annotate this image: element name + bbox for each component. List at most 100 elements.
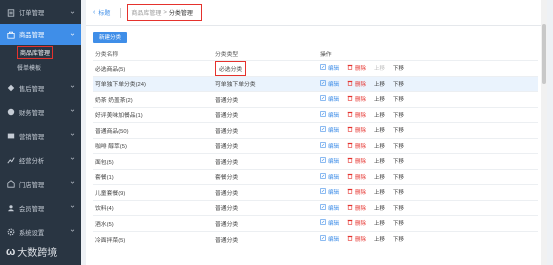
move-down-button[interactable]: 下移 — [393, 80, 404, 88]
edit-button[interactable]: 编辑 — [320, 157, 339, 165]
move-down-button[interactable]: 下移 — [393, 142, 404, 150]
sidebar-subitem-goods-library[interactable]: 商品库管理 — [0, 45, 81, 60]
toolbar: 新建分类 — [86, 26, 547, 48]
edit-button[interactable]: 编辑 — [320, 204, 339, 212]
chevron-down-icon — [70, 108, 75, 113]
move-down-button[interactable]: 下移 — [393, 111, 404, 119]
scrollbar[interactable] — [541, 0, 547, 265]
move-down-button[interactable]: 下移 — [393, 235, 404, 243]
settings-icon — [6, 228, 15, 237]
table-row: 酒水(5) 普通分类 编辑 删除 上移 下移 — [93, 215, 538, 231]
move-up-button[interactable]: 上移 — [374, 173, 385, 181]
move-up-button[interactable]: 上移 — [374, 80, 385, 88]
breadcrumb-parent[interactable]: 商品库管理 — [131, 8, 161, 17]
move-down-button[interactable]: 下移 — [393, 64, 404, 72]
chevron-down-icon — [70, 156, 75, 161]
delete-button[interactable]: 删除 — [347, 64, 366, 72]
move-up-button[interactable]: 上移 — [374, 95, 385, 103]
move-down-button[interactable]: 下移 — [393, 173, 404, 181]
category-table: 分类名称 分类类型 操作 必选商品(5) 必选分类 编辑 删除 上移 下移 可单独下单分类(… — [93, 48, 538, 247]
sidebar-item-marketing[interactable]: 营销管理 — [0, 124, 81, 148]
move-up-button[interactable]: 上移 — [374, 111, 385, 119]
move-up-button[interactable]: 上移 — [374, 219, 385, 227]
move-up-button[interactable]: 上移 — [374, 126, 385, 134]
sidebar-subitem-label: 餐单模板 — [17, 66, 42, 72]
edit-button[interactable]: 编辑 — [320, 235, 339, 243]
move-up-button[interactable]: 上移 — [374, 235, 385, 243]
new-category-button[interactable]: 新建分类 — [93, 31, 128, 43]
table-row: 必选商品(5) 必选分类 编辑 删除 上移 下移 — [93, 59, 538, 76]
category-name: 普通商品(50) — [95, 128, 129, 135]
edit-label: 编辑 — [328, 128, 340, 135]
delete-button[interactable]: 删除 — [347, 235, 366, 243]
edit-label: 编辑 — [328, 112, 340, 119]
header-category-name: 分类名称 — [95, 52, 119, 59]
move-down-button[interactable]: 下移 — [393, 219, 404, 227]
sidebar-item-finance[interactable]: 财务管理 — [0, 100, 81, 124]
marketing-icon — [6, 132, 15, 141]
move-down-button[interactable]: 下移 — [393, 157, 404, 165]
delete-button[interactable]: 删除 — [347, 142, 366, 150]
sidebar-item-aftersale[interactable]: 售后管理 — [0, 76, 81, 100]
edit-icon — [320, 235, 328, 243]
category-type: 普通分类 — [215, 237, 239, 244]
edit-button[interactable]: 编辑 — [320, 173, 339, 181]
scrollbar-thumb[interactable] — [542, 24, 546, 84]
table-row: 儿童套餐(9) 普通分类 编辑 删除 上移 下移 — [93, 184, 538, 200]
move-up-button[interactable]: 上移 — [374, 157, 385, 165]
delete-button[interactable]: 删除 — [347, 188, 366, 196]
edit-button[interactable]: 编辑 — [320, 80, 339, 88]
delete-button[interactable]: 删除 — [347, 204, 366, 212]
edit-icon — [320, 157, 328, 165]
move-down-button[interactable]: 下移 — [393, 95, 404, 103]
edit-button[interactable]: 编辑 — [320, 95, 339, 103]
move-up-button[interactable]: 上移 — [374, 188, 385, 196]
delete-button[interactable]: 删除 — [347, 157, 366, 165]
edit-icon — [320, 142, 328, 150]
delete-label: 删除 — [355, 143, 367, 150]
move-down-button[interactable]: 下移 — [393, 126, 404, 134]
category-type: 普通分类 — [215, 113, 239, 120]
table-header-row: 分类名称 分类类型 操作 — [93, 48, 538, 60]
edit-button[interactable]: 编辑 — [320, 64, 339, 72]
category-name: 咖啡 醇萃(5) — [95, 144, 127, 151]
trash-icon — [347, 142, 355, 150]
edit-button[interactable]: 编辑 — [320, 126, 339, 134]
category-name: 酒水(5) — [95, 221, 114, 228]
sidebar-subitem-menu-template[interactable]: 餐单模板 — [0, 60, 81, 75]
sidebar-item-goods[interactable]: 商品管理 — [0, 24, 81, 45]
sidebar-item-store[interactable]: 门店管理 — [0, 172, 81, 196]
delete-label: 删除 — [355, 159, 367, 166]
move-down-button[interactable]: 下移 — [393, 204, 404, 212]
sidebar-item-analysis[interactable]: 经营分析 — [0, 148, 81, 172]
category-name: 好评美味加餐品(1) — [95, 113, 143, 120]
edit-button[interactable]: 编辑 — [320, 142, 339, 150]
edit-button[interactable]: 编辑 — [320, 219, 339, 227]
sidebar-item-settings[interactable]: 系统设置 — [0, 220, 81, 244]
edit-button[interactable]: 编辑 — [320, 188, 339, 196]
move-up-button[interactable]: 上移 — [374, 204, 385, 212]
chevron-down-icon — [70, 10, 75, 15]
delete-button[interactable]: 删除 — [347, 173, 366, 181]
sidebar-item-order[interactable]: 订单管理 — [0, 2, 81, 23]
delete-button[interactable]: 删除 — [347, 219, 366, 227]
table-row: 面包(5) 普通分类 编辑 删除 上移 下移 — [93, 153, 538, 169]
sidebar-nav: 订单管理 商品管理 商品库管理餐单模板售后管理 财务管理 营销管理 经营分析 门店管理 会员管… — [0, 2, 81, 244]
breadcrumb-current: 分类管理 — [168, 11, 193, 17]
move-up-button[interactable]: 上移 — [374, 142, 385, 150]
table-row: 冷面拌菜(5) 普通分类 编辑 删除 上移 下移 — [93, 230, 538, 247]
edit-button[interactable]: 编辑 — [320, 111, 339, 119]
edit-label: 编辑 — [328, 97, 340, 104]
move-down-button[interactable]: 下移 — [393, 188, 404, 196]
edit-icon — [320, 188, 328, 196]
category-type: 普通分类 — [215, 190, 239, 197]
delete-button[interactable]: 删除 — [347, 80, 366, 88]
top-bar: ‹ 标题 商品库管理 > 分类管理 — [86, 0, 547, 26]
delete-button[interactable]: 删除 — [347, 95, 366, 103]
delete-button[interactable]: 删除 — [347, 111, 366, 119]
back-button[interactable]: ‹ 标题 — [93, 8, 110, 17]
delete-button[interactable]: 删除 — [347, 126, 366, 134]
category-type: 普通分类 — [215, 97, 239, 104]
sidebar-item-member[interactable]: 会员管理 — [0, 196, 81, 220]
category-name: 奶茶 奶盖茶(2) — [95, 97, 133, 104]
